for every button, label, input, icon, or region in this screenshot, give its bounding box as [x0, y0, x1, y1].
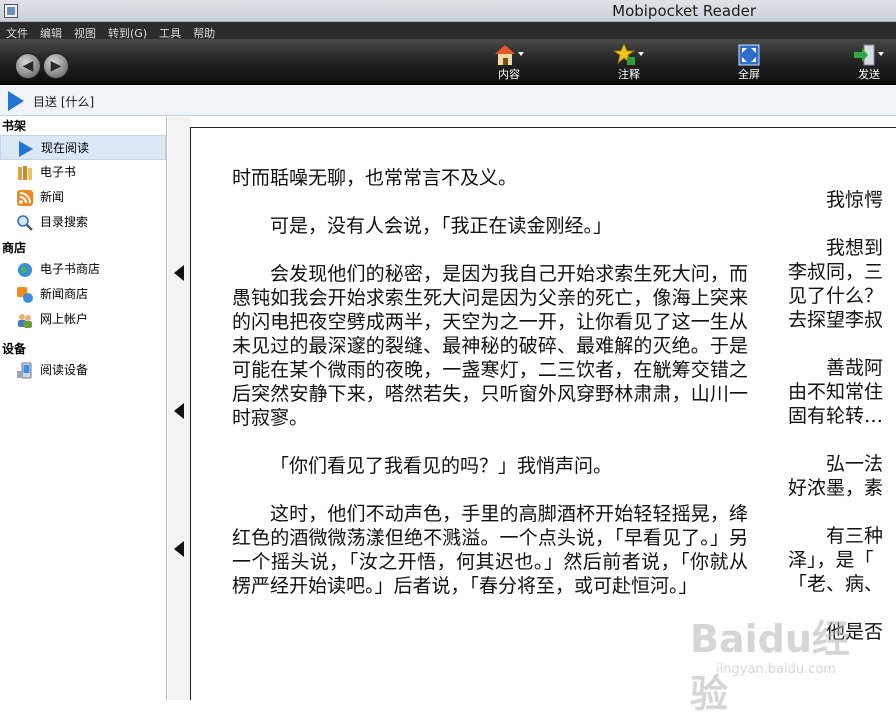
sidebar-item-online-account[interactable]: 网上帐户	[0, 307, 166, 332]
sidebar-item-ebooks[interactable]: 电子书	[0, 160, 166, 185]
menu-bar: 文件 编辑 视图 转到(G) 工具 帮助	[0, 22, 896, 40]
device-icon	[16, 362, 34, 380]
app-icon[interactable]	[4, 4, 18, 18]
sidebar-item-news[interactable]: 新闻	[0, 185, 166, 210]
contents-button[interactable]: 内容	[479, 42, 539, 84]
search-icon	[16, 214, 34, 232]
annotations-button[interactable]: 注释	[599, 42, 659, 84]
sidebar-item-ebook-store[interactable]: 电子书商店	[0, 257, 166, 282]
paragraph: 「你们看见了我看见的吗？」我悄声问。	[270, 455, 613, 477]
star-icon	[599, 42, 659, 68]
sidebar-item-catalog-search[interactable]: 目录搜索	[0, 210, 166, 235]
text-line: 泽」，是「	[788, 549, 874, 571]
section-title-shelf: 书架	[2, 119, 27, 133]
paragraph: 时而聒噪无聊，也常常言不及义。	[232, 167, 518, 189]
breadcrumb-title: 目送 [什么]	[33, 95, 95, 109]
text-line: 好浓墨，素	[788, 477, 884, 499]
rss-icon	[16, 189, 34, 207]
sidebar: 书架 现在阅读 电子书 新闻 目录搜索 商店 电子书商店 新闻商店 网上帐户 设…	[0, 117, 167, 700]
back-arrow-icon: ◀	[22, 58, 34, 74]
sidebar-item-now-reading[interactable]: 现在阅读	[0, 135, 166, 160]
text-line: 有三种	[826, 525, 884, 547]
news-store-icon	[16, 286, 34, 304]
prev-page-arrow-icon[interactable]	[174, 265, 184, 281]
text-line: 固有轮转…	[788, 405, 884, 427]
text-line: 去探望李叔	[788, 309, 884, 331]
text-line: 我惊愕	[826, 189, 884, 211]
paragraph: 有三种 泽」，是「 「老、病、	[788, 524, 896, 596]
books-icon	[16, 164, 34, 182]
sidebar-item-label: 新闻商店	[40, 287, 89, 301]
users-icon	[16, 311, 34, 329]
watermark-url: jingyan.baidu.com	[716, 662, 836, 677]
window-title: Mobipocket Reader	[612, 2, 756, 20]
paragraph: 可是，没有人会说，「我正在读金刚经。」	[270, 215, 613, 237]
text-line: 由不知常住	[788, 381, 884, 403]
play-icon	[8, 91, 24, 111]
paragraph: 会发现他们的秘密，是因为我自己开始求索生死大问，而愚钝如我会开始求索生死大问是因…	[232, 263, 748, 429]
text-column-left: 时而聒噪无聊，也常常言不及义。 可是，没有人会说，「我正在读金刚经。」 会发现他…	[232, 166, 748, 622]
title-bar: Mobipocket Reader	[0, 0, 896, 22]
paragraph: 我惊愕	[788, 188, 896, 212]
watermark: Baidu经验 jingyan.baidu.com	[680, 600, 880, 716]
globe-icon	[16, 261, 34, 279]
sidebar-item-label: 现在阅读	[41, 141, 90, 155]
text-line: 「老、病、	[788, 573, 884, 595]
paragraph: 这时，他们不动声色，手里的高脚酒杯开始轻轻摇晃，绛红色的酒微微荡漾但绝不溅溢。一…	[232, 503, 748, 597]
forward-button[interactable]: ▶	[43, 53, 69, 79]
toolbar: ◀ ▶ 内容 注释 全屏 发送	[0, 39, 896, 85]
fullscreen-icon	[719, 42, 779, 68]
section-title-devices: 设备	[2, 342, 27, 356]
sidebar-item-label: 网上帐户	[40, 312, 89, 326]
text-line: 弘一法	[826, 453, 884, 475]
section-title-store: 商店	[2, 241, 27, 255]
prev-page-arrow-icon[interactable]	[174, 541, 184, 557]
home-icon	[479, 42, 539, 68]
sidebar-item-label: 阅读设备	[40, 363, 89, 377]
back-button[interactable]: ◀	[15, 53, 41, 79]
forward-arrow-icon: ▶	[50, 58, 62, 74]
play-icon	[17, 140, 35, 158]
paragraph: 我想到 李叔同，三 见了什么？ 去探望李叔	[788, 236, 896, 332]
text-line: 见了什么？	[788, 285, 884, 307]
sidebar-item-news-store[interactable]: 新闻商店	[0, 282, 166, 307]
text-line: 李叔同，三	[788, 261, 884, 283]
page-nav-gutter	[168, 117, 190, 700]
fullscreen-button[interactable]: 全屏	[719, 42, 779, 84]
sidebar-item-label: 新闻	[40, 190, 65, 204]
prev-page-arrow-icon[interactable]	[174, 403, 184, 419]
sidebar-item-reading-device[interactable]: 阅读设备	[0, 358, 166, 383]
sidebar-item-label: 电子书商店	[40, 262, 101, 276]
sidebar-item-label: 目录搜索	[40, 215, 89, 229]
text-line: 我想到	[826, 237, 884, 259]
send-icon	[839, 42, 896, 68]
sidebar-item-label: 电子书	[40, 165, 77, 179]
breadcrumb: 目送 [什么]	[0, 86, 896, 116]
text-column-right: 我惊愕 我想到 李叔同，三 见了什么？ 去探望李叔 善哉阿 由不知常住 固有轮转… 弘一法…	[788, 188, 896, 668]
paragraph: 弘一法 好浓墨，素	[788, 452, 896, 500]
paragraph: 善哉阿 由不知常住 固有轮转…	[788, 356, 896, 428]
text-line: 善哉阿	[826, 357, 884, 379]
send-button[interactable]: 发送	[839, 42, 896, 84]
